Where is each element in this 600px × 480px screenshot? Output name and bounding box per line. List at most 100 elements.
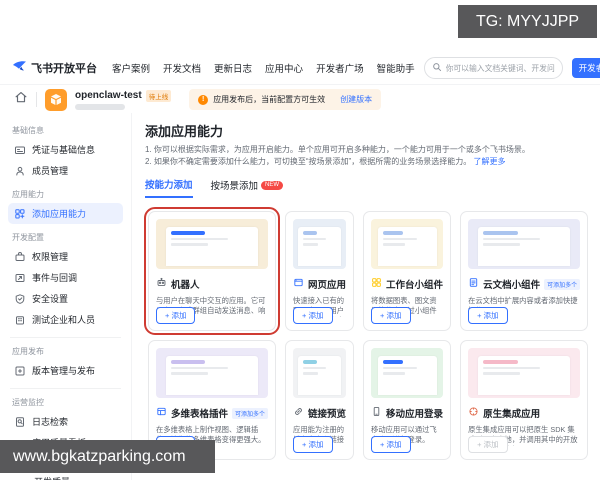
publish-notice-bar: ! 应用发布后，当前配置方可生效 创建版本 xyxy=(189,89,382,110)
bitable-icon xyxy=(156,404,167,422)
card-title-row: 链接预览 xyxy=(293,404,346,422)
sidebar-section-title: 应用发布 xyxy=(12,347,44,356)
home-icon[interactable] xyxy=(14,90,28,109)
sidebar-item-label: 凭证与基础信息 xyxy=(32,145,96,155)
add-capability-button[interactable]: + 添加 xyxy=(293,307,333,324)
card-title: 原生集成应用 xyxy=(483,409,541,420)
app-header-bar: openclaw-test 待上线 ! 应用发布后，当前配置方可生效 创建版本 xyxy=(0,86,600,113)
search-box[interactable] xyxy=(423,57,563,79)
app-name: openclaw-test xyxy=(75,90,142,101)
card-title-row: 原生集成应用 xyxy=(468,404,580,422)
tab-label: 按场景添加 xyxy=(210,181,259,192)
add-capability-button: + 添加 xyxy=(468,436,508,453)
card-illustration xyxy=(468,219,581,269)
sidebar-subitem-1[interactable]: 开发质量 xyxy=(8,472,123,480)
sidebar-nav: 基础信息 凭证与基础信息 成员管理 应用能力 添加应用能力 开发配置 权限管理 事件与回调 安全… xyxy=(0,113,132,480)
card-title: 网页应用 xyxy=(308,280,347,291)
sidebar-item-permission[interactable]: 权限管理 xyxy=(8,246,123,267)
version-icon xyxy=(14,365,26,377)
top-navbar: 飞书开放平台 客户案例开发文档更新日志应用中心开发者广场智能助手 开发者后台 xyxy=(0,52,600,85)
card-title: 移动应用登录 xyxy=(386,409,444,420)
page-title: 添加应用能力 xyxy=(145,124,224,139)
page-description: 1. 你可以根据实际需求，为应用开启能力。单个应用可开启多种能力，一个能力可用于… xyxy=(145,144,586,168)
sidebar-item-capability[interactable]: 添加应用能力 xyxy=(8,203,123,224)
widget-icon xyxy=(371,275,382,293)
sidebar-item-test[interactable]: 测试企业和人员 xyxy=(8,309,123,330)
card-title-row: 多维表格插件 可添加多个 xyxy=(156,404,269,422)
app-avatar[interactable] xyxy=(45,88,67,111)
add-capability-button[interactable]: + 添加 xyxy=(468,307,508,324)
capability-icon xyxy=(14,208,26,220)
divider xyxy=(36,92,37,107)
app-meta: openclaw-test 待上线 xyxy=(75,89,172,110)
sidebar-item-version[interactable]: 版本管理与发布 xyxy=(8,360,123,381)
link-icon xyxy=(293,404,304,422)
robot-icon xyxy=(156,275,167,293)
illustration-mockup xyxy=(377,226,437,266)
illustration-mockup xyxy=(478,226,570,266)
illustration-mockup xyxy=(166,226,258,266)
sidebar-item-credential[interactable]: 凭证与基础信息 xyxy=(8,139,123,160)
docs-icon xyxy=(468,275,479,293)
card-title: 链接预览 xyxy=(308,409,347,420)
add-capability-button[interactable]: + 添加 xyxy=(371,436,411,453)
developer-console-button[interactable]: 开发者后台 xyxy=(571,58,600,78)
sidebar-divider xyxy=(10,337,121,338)
description-line-1: 1. 你可以根据实际需求，为应用开启能力。单个应用可开启多种能力，一个能力可用于… xyxy=(145,145,530,154)
test-icon xyxy=(14,314,26,326)
sidebar-item-label: 成员管理 xyxy=(32,166,69,176)
native-icon xyxy=(468,404,479,422)
nav-menu: 客户案例 开发文档 更新日志 应用中心 开发者广场 智能助手 xyxy=(112,61,415,75)
card-illustration xyxy=(371,219,444,269)
card-title-row: 移动应用登录 xyxy=(371,404,443,422)
sidebar-item-security[interactable]: 安全设置 xyxy=(8,288,123,309)
sidebar-item-event[interactable]: 事件与回调 xyxy=(8,267,123,288)
app-id-redacted xyxy=(75,103,125,110)
capability-card-grid: 机器人与用户在聊天中交互的应用。它可以向用户或群组自动发送消息、响应用户的消..… xyxy=(143,207,589,460)
capability-card-7: 原生集成应用原生集成应用可以把原生 SDK 集成到飞书本地，并调用其中的开放方法… xyxy=(460,340,589,460)
nav-item-1[interactable]: 开发文档 xyxy=(163,61,201,75)
search-icon xyxy=(432,59,442,77)
card-illustration xyxy=(156,348,269,398)
watermark-bottom: www.bgkatzparking.com xyxy=(0,440,215,473)
sidebar-item-label: 版本管理与发布 xyxy=(32,366,96,376)
capability-card-5: 链接预览应用能为注册的域名自定义链接预览，用户在飞书发送链接后，能在链接下方展示… xyxy=(285,340,355,460)
capability-card-1: 网页应用快速接入已有的网页应用，用户可以通过飞书客户端免登录快速进入。+ 添加 xyxy=(285,211,355,331)
add-capability-button[interactable]: + 添加 xyxy=(156,307,196,324)
illustration-mockup xyxy=(377,355,437,395)
multi-add-badge: 可添加多个 xyxy=(232,407,269,419)
feishu-logo[interactable]: 飞书开放平台 xyxy=(12,59,97,77)
sidebar-item-log[interactable]: 日志检索 xyxy=(8,411,123,432)
add-capability-button[interactable]: + 添加 xyxy=(293,436,333,453)
add-capability-button[interactable]: + 添加 xyxy=(371,307,411,324)
card-illustration xyxy=(156,219,269,269)
nav-item-4[interactable]: 开发者广场 xyxy=(316,61,364,75)
card-title: 云文档小组件 xyxy=(483,280,541,291)
tab-0[interactable]: 按能力添加 xyxy=(145,177,193,198)
new-badge: NEW xyxy=(261,180,284,190)
permission-icon xyxy=(14,251,26,263)
learn-more-link[interactable]: 了解更多 xyxy=(473,157,505,166)
description-line-2: 2. 如果你不确定需要添加什么能力，可切换至“按场景添加”，根据所需的业务场景选… xyxy=(145,157,506,166)
nav-item-2[interactable]: 更新日志 xyxy=(214,61,252,75)
notice-text: 应用发布后，当前配置方可生效 xyxy=(213,95,326,104)
nav-item-0[interactable]: 客户案例 xyxy=(112,61,150,75)
capability-tabs: 按能力添加 按场景添加 NEW xyxy=(145,177,586,198)
multi-add-badge: 可添加多个 xyxy=(544,278,581,290)
card-illustration xyxy=(293,348,347,398)
nav-item-5[interactable]: 智能助手 xyxy=(377,61,415,75)
card-title-row: 工作台小组件 xyxy=(371,275,443,293)
create-version-link[interactable]: 创建版本 xyxy=(340,94,372,105)
tab-1[interactable]: 按场景添加 NEW xyxy=(211,177,284,198)
search-input[interactable] xyxy=(445,63,555,73)
status-badge: 待上线 xyxy=(145,89,172,102)
capability-card-2: 工作台小组件将数据图表、图文资讯等信息通过小组件添加到工作台。+ 添加 xyxy=(363,211,452,331)
sidebar-item-member[interactable]: 成员管理 xyxy=(8,160,123,181)
main-content: 添加应用能力 1. 你可以根据实际需求，为应用开启能力。单个应用可开启多种能力，… xyxy=(132,113,600,480)
nav-item-3[interactable]: 应用中心 xyxy=(265,61,303,75)
card-illustration xyxy=(293,219,347,269)
sidebar-section-title: 应用能力 xyxy=(12,190,44,199)
card-title: 工作台小组件 xyxy=(386,280,444,291)
log-icon xyxy=(14,416,26,428)
sidebar-section-title: 基础信息 xyxy=(12,126,44,135)
